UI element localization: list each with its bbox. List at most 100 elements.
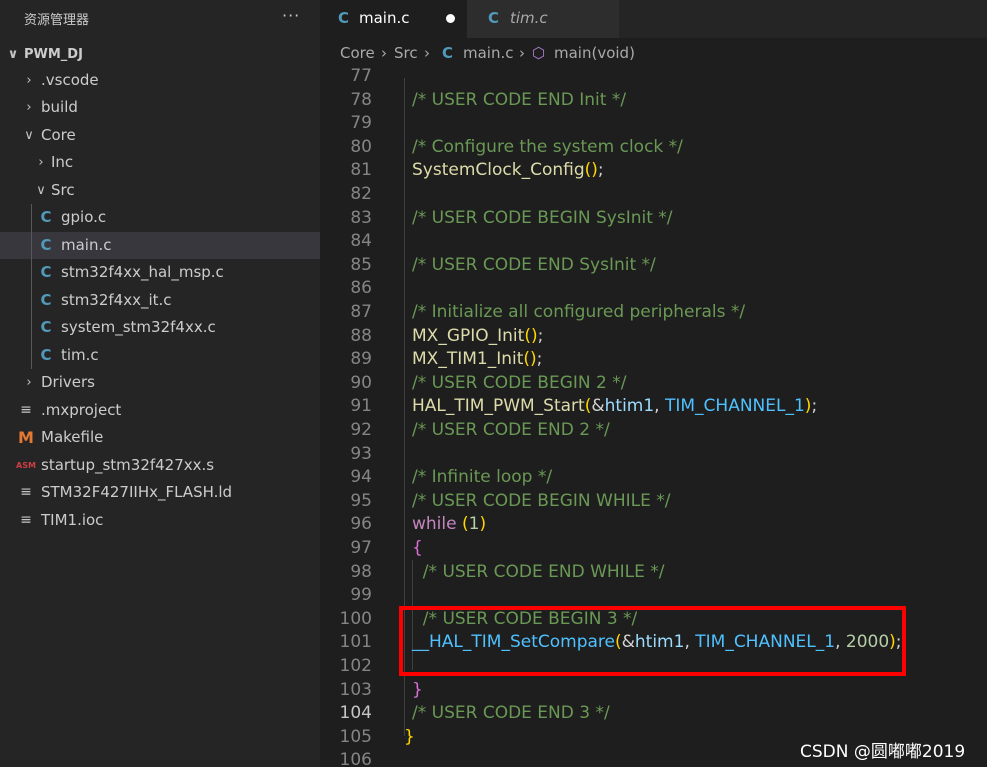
chevron-down-icon[interactable]: ∨ [22, 122, 36, 149]
unsaved-dot-icon[interactable] [446, 14, 455, 23]
line-number: 77 [350, 68, 372, 86]
tree-item-label: main.c [61, 236, 112, 254]
explorer-title: 资源管理器 [24, 13, 90, 28]
chevron-right-icon[interactable]: › [22, 369, 36, 396]
tab-main-c[interactable]: C main.c [320, 0, 467, 38]
tree-item-core[interactable]: ∨ Core [0, 122, 320, 149]
line-number: 97 [350, 538, 372, 558]
line-number: 105 [339, 726, 372, 747]
tree-item-label: stm32f4xx_hal_msp.c [61, 263, 224, 281]
code-line[interactable]: /* Initialize all configured peripherals… [412, 301, 745, 324]
code-line[interactable]: /* USER CODE BEGIN 2 */ [412, 372, 626, 395]
tree-item-vscode[interactable]: › .vscode [0, 67, 320, 94]
tree-item-mxproject[interactable]: ≡ .mxproject [0, 397, 320, 424]
more-actions-icon[interactable]: ··· [282, 6, 300, 25]
line-number: 106 [339, 750, 372, 767]
tree-indent-guide [31, 204, 32, 369]
code-line[interactable]: /* USER CODE END SysInit */ [412, 254, 656, 277]
tree-item-label: Src [51, 181, 75, 199]
breadcrumb-symbol[interactable]: main(void) [554, 38, 635, 68]
code-line[interactable]: /* Configure the system clock */ [412, 136, 683, 159]
code-token: () [523, 349, 537, 370]
line-number: 98 [350, 561, 372, 582]
code-token: SystemClock_Config [412, 160, 585, 181]
line-number: 79 [350, 113, 372, 134]
code-token: /* USER CODE END 3 */ [412, 703, 610, 724]
code-token: /* Initialize all configured peripherals… [412, 302, 746, 322]
tree-item-hal-msp-c[interactable]: Cstm32f4xx_hal_msp.c [0, 259, 320, 286]
tab-label: tim.c [510, 9, 548, 27]
code-line[interactable]: /* USER CODE END 2 */ [412, 419, 610, 442]
tree-item-label: startup_stm32f427xx.s [41, 456, 215, 474]
tree-item-gpio-c[interactable]: Cgpio.c [0, 204, 320, 231]
line-number: 92 [350, 420, 372, 440]
tree-item-inc[interactable]: › Inc [0, 149, 320, 176]
code-line[interactable]: while (1) [412, 513, 486, 536]
tree-item-flash-ld[interactable]: ≡ STM32F427IIHx_FLASH.ld [0, 479, 320, 506]
breadcrumb-src[interactable]: Src [394, 38, 418, 68]
line-number: 84 [350, 231, 372, 252]
line-number: 101 [339, 632, 372, 653]
tree-item-tim1-ioc[interactable]: ≡ TIM1.ioc [0, 507, 320, 534]
code-line[interactable]: /* Infinite loop */ [412, 466, 552, 489]
c-file-icon: C [40, 208, 52, 226]
tree-item-startup-s[interactable]: ASM startup_stm32f427xx.s [0, 452, 320, 479]
tab-tim-c[interactable]: C tim.c [467, 0, 619, 38]
tree-item-main-c[interactable]: Cmain.c [0, 232, 320, 259]
line-number: 95 [350, 490, 372, 511]
tab-label: main.c [359, 9, 410, 27]
code-line[interactable]: /* USER CODE END Init */ [412, 89, 626, 112]
code-line[interactable]: } [412, 679, 423, 702]
chevron-down-icon[interactable]: ∨ [34, 177, 48, 204]
line-number: 102 [339, 656, 372, 676]
code-line[interactable]: MX_TIM1_Init(); [412, 348, 542, 371]
code-line[interactable]: /* USER CODE END WHILE */ [412, 561, 665, 584]
tree-item-label: gpio.c [61, 208, 107, 226]
c-file-icon: C [488, 9, 500, 27]
tree-item-pwm-dj[interactable]: ∨ PWM_DJ [0, 41, 320, 68]
code-line[interactable]: /* USER CODE BEGIN WHILE */ [412, 490, 670, 513]
code-token: htim1 [604, 396, 655, 417]
code-token: TIM_CHANNEL_1 [664, 396, 805, 417]
breadcrumb-core[interactable]: Core [340, 38, 375, 68]
code-line[interactable]: MX_GPIO_Init(); [412, 325, 543, 348]
chevron-right-icon[interactable]: › [34, 149, 48, 176]
chevron-down-icon[interactable]: ∨ [6, 41, 20, 68]
breadcrumb-file[interactable]: main.c [463, 38, 514, 68]
c-file-icon: C [442, 44, 454, 62]
code-line[interactable]: /* USER CODE END 3 */ [412, 702, 610, 725]
explorer-sidebar: 资源管理器 ··· ∨ PWM_DJ › .vscode › build ∨ Core › Inc… [0, 0, 320, 767]
tree-item-it-c[interactable]: Cstm32f4xx_it.c [0, 287, 320, 314]
code-line[interactable]: SystemClock_Config(); [412, 159, 604, 182]
tree-item-label: TIM1.ioc [41, 511, 104, 529]
code-token: & [591, 396, 605, 417]
text-file-icon: ≡ [20, 484, 32, 500]
tree-item-drivers[interactable]: › Drivers [0, 369, 320, 396]
tree-item-label: Drivers [41, 373, 95, 391]
chevron-right-icon[interactable]: › [22, 94, 36, 121]
code-line[interactable]: { [412, 537, 423, 560]
line-number: 87 [350, 302, 372, 322]
line-number: 85 [350, 254, 372, 275]
code-token: ; [536, 349, 543, 370]
code-token: ) [479, 514, 487, 535]
line-number: 78 [350, 89, 372, 110]
c-file-icon: C [40, 236, 52, 254]
line-number: 86 [350, 278, 372, 299]
chevron-right-icon[interactable]: › [22, 67, 36, 94]
tree-item-build[interactable]: › build [0, 94, 320, 121]
code-line[interactable]: HAL_TIM_PWM_Start(&htim1, TIM_CHANNEL_1)… [412, 395, 817, 418]
line-number: 90 [350, 372, 372, 393]
code-line[interactable]: } [404, 726, 415, 749]
line-number: 104 [339, 703, 372, 724]
tree-item-system-c[interactable]: Csystem_stm32f4xx.c [0, 314, 320, 341]
tree-item-src[interactable]: ∨ Src [0, 177, 320, 204]
code-line[interactable]: /* USER CODE BEGIN SysInit */ [412, 207, 673, 230]
line-number: 80 [350, 136, 372, 157]
code-token: { [412, 538, 423, 558]
code-token: /* USER CODE BEGIN SysInit */ [412, 207, 673, 228]
code-token: () [584, 160, 598, 181]
tree-item-tim-c[interactable]: Ctim.c [0, 342, 320, 369]
tree-item-makefile[interactable]: M Makefile [0, 424, 320, 451]
line-number: 103 [339, 679, 372, 700]
